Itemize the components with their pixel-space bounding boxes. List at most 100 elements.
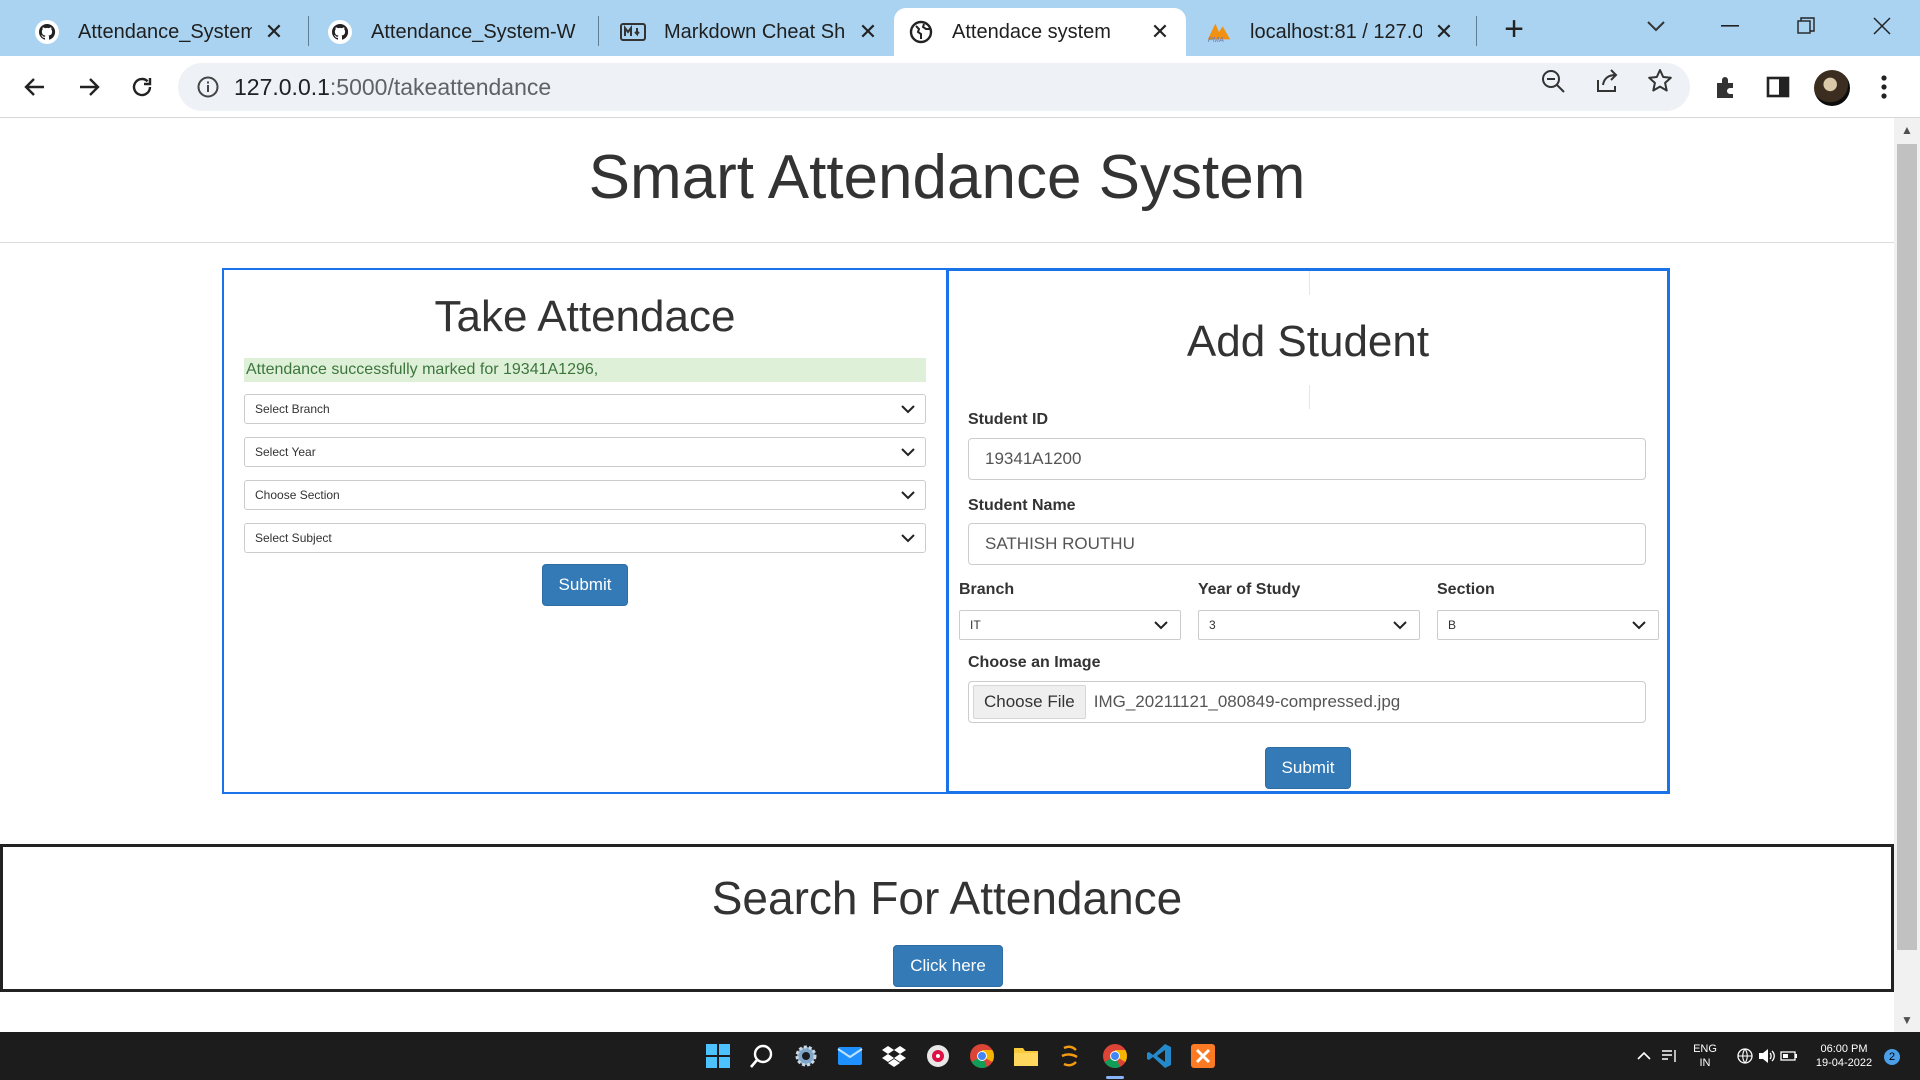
scroll-down-arrow-icon[interactable]: ▼	[1894, 1010, 1920, 1030]
site-info-icon[interactable]	[196, 75, 220, 99]
branch-label: Branch	[959, 581, 1015, 598]
back-arrow-icon[interactable]	[14, 66, 56, 108]
student-id-input[interactable]: 19341A1200	[968, 438, 1646, 480]
tab-attendance-system[interactable]: Attendace system ✕	[894, 8, 1186, 56]
tab-strip: Attendance_System-W ✕ Attendance_System-…	[0, 0, 1920, 56]
profile-avatar[interactable]	[1814, 70, 1850, 106]
github-icon	[327, 19, 353, 45]
vscode-icon[interactable]	[1143, 1040, 1175, 1072]
minimize-icon[interactable]	[1710, 6, 1750, 46]
clock[interactable]: 06:00 PM 19-04-2022	[1808, 1042, 1880, 1070]
search-attendance-section: Search For Attendance Click here	[0, 844, 1894, 992]
year-select[interactable]: 3	[1198, 610, 1420, 640]
zoom-out-icon[interactable]	[1538, 66, 1568, 96]
scroll-up-arrow-icon[interactable]: ▲	[1894, 120, 1920, 140]
success-alert: Attendance successfully marked for 19341…	[244, 358, 926, 382]
branch-select[interactable]: IT	[959, 610, 1181, 640]
dropbox-icon[interactable]	[878, 1040, 910, 1072]
choose-image-label: Choose an Image	[968, 654, 1101, 671]
search-click-here-button[interactable]: Click here	[893, 945, 1003, 987]
network-globe-icon[interactable]	[1734, 1040, 1756, 1072]
add-student-panel: Add Student Student ID 19341A1200 Studen…	[946, 268, 1670, 794]
tab-title: Markdown Cheat She	[664, 20, 846, 43]
menu-kebab-icon[interactable]	[1866, 69, 1902, 105]
restore-icon[interactable]	[1786, 6, 1826, 46]
tab-markdown[interactable]: Markdown Cheat She ✕	[606, 8, 894, 56]
language-indicator[interactable]: ENG IN	[1690, 1042, 1720, 1070]
battery-icon[interactable]	[1778, 1040, 1800, 1072]
tab-title: Attendance_System-W	[371, 20, 576, 43]
search-icon[interactable]	[746, 1040, 778, 1072]
close-window-icon[interactable]	[1862, 6, 1902, 46]
divider	[1309, 385, 1310, 409]
mail-icon[interactable]	[834, 1040, 866, 1072]
image-file-input[interactable]: Choose File IMG_20211121_080849-compress…	[968, 681, 1646, 723]
active-app-indicator	[1106, 1076, 1124, 1079]
forward-arrow-icon[interactable]	[68, 66, 110, 108]
extensions-icon[interactable]	[1708, 69, 1744, 105]
file-explorer-icon[interactable]	[1010, 1040, 1042, 1072]
phpmyadmin-icon: PMA	[1206, 19, 1232, 45]
xampp-icon[interactable]	[1187, 1040, 1219, 1072]
tab-title: Attendace system	[952, 20, 1111, 43]
tab-github-2[interactable]: Attendance_System-W	[313, 8, 593, 56]
divider	[1309, 271, 1310, 295]
reload-icon[interactable]	[121, 66, 163, 108]
tab-github-1[interactable]: Attendance_System-W ✕	[20, 8, 300, 56]
student-name-input[interactable]: SATHISH ROUTHU	[968, 523, 1646, 565]
chrome-active-icon[interactable]	[1099, 1040, 1131, 1072]
url-text: 127.0.0.1:5000/takeattendance	[234, 74, 551, 101]
section-select[interactable]: B	[1437, 610, 1659, 640]
keyboard-icon[interactable]	[1658, 1040, 1682, 1072]
chevron-down-icon	[901, 448, 915, 457]
chrome-icon[interactable]	[966, 1040, 998, 1072]
take-attendance-submit-button[interactable]: Submit	[542, 564, 628, 606]
add-student-submit-button[interactable]: Submit	[1265, 747, 1351, 789]
windows-start-icon[interactable]	[702, 1040, 734, 1072]
address-bar[interactable]: 127.0.0.1:5000/takeattendance	[178, 63, 1690, 111]
chevron-down-icon	[1393, 621, 1407, 630]
chevron-down-icon	[901, 405, 915, 414]
close-tab-icon[interactable]: ✕	[1432, 20, 1456, 44]
tab-divider	[1476, 16, 1477, 46]
select-section-value: Choose Section	[255, 488, 340, 502]
chevron-down-icon	[1632, 621, 1646, 630]
bookmark-star-icon[interactable]	[1645, 66, 1675, 96]
select-section[interactable]: Choose Section	[244, 480, 926, 510]
notification-badge[interactable]: 2	[1884, 1049, 1900, 1065]
select-year[interactable]: Select Year	[244, 437, 926, 467]
add-student-heading: Add Student	[1186, 317, 1430, 366]
new-tab-button[interactable]: +	[1496, 12, 1532, 48]
select-subject[interactable]: Select Subject	[244, 523, 926, 553]
clock-date: 19-04-2022	[1815, 1057, 1873, 1069]
share-icon[interactable]	[1592, 66, 1622, 96]
windows-taskbar: ENG IN 06:00 PM 19-04-2022 2	[0, 1032, 1920, 1080]
url-path: :5000/takeattendance	[329, 73, 552, 100]
markdown-icon	[620, 19, 646, 45]
close-tab-icon[interactable]: ✕	[262, 20, 286, 44]
settings-gear-icon[interactable]	[790, 1040, 822, 1072]
side-panel-icon[interactable]	[1760, 69, 1796, 105]
tab-phpmyadmin[interactable]: PMA localhost:81 / 127.0.0 ✕	[1192, 8, 1470, 56]
eclipse-icon[interactable]	[1054, 1040, 1086, 1072]
clock-time: 06:00 PM	[1820, 1043, 1868, 1055]
tab-search-chevron-icon[interactable]	[1636, 6, 1676, 46]
tab-divider	[598, 16, 599, 46]
page-scrollbar[interactable]: ▲ ▼	[1894, 118, 1920, 1032]
svg-text:PMA: PMA	[1208, 35, 1224, 44]
scrollbar-thumb[interactable]	[1897, 144, 1917, 950]
student-name-label: Student Name	[968, 497, 1076, 514]
take-attendance-panel: Take Attendace Attendance successfully m…	[222, 268, 948, 794]
chevron-up-icon[interactable]	[1634, 1040, 1654, 1072]
volume-icon[interactable]	[1756, 1040, 1778, 1072]
page-title: Smart Attendance System	[588, 143, 1306, 212]
select-branch[interactable]: Select Branch	[244, 394, 926, 424]
select-branch-value: Select Branch	[255, 402, 330, 416]
section-label: Section	[1437, 581, 1495, 598]
close-tab-icon[interactable]: ✕	[1148, 20, 1172, 44]
media-player-icon[interactable]	[922, 1040, 954, 1072]
choose-file-button[interactable]: Choose File	[973, 685, 1086, 719]
take-attendance-heading: Take Attendace	[434, 292, 736, 341]
selected-file-name: IMG_20211121_080849-compressed.jpg	[1093, 692, 1401, 711]
close-tab-icon[interactable]: ✕	[856, 20, 880, 44]
